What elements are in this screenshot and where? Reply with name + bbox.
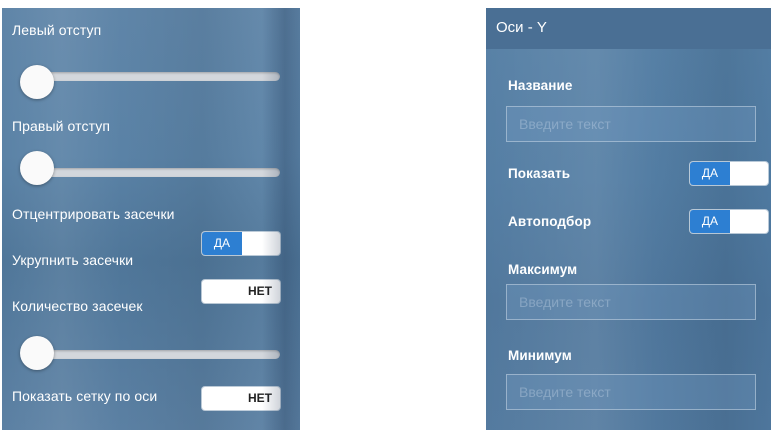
tick-count-label: Количество засечек [12, 298, 143, 314]
right-indent-label: Правый отступ [12, 118, 111, 134]
left-indent-label: Левый отступ [12, 22, 102, 38]
enlarge-ticks-toggle[interactable]: ДА [202, 232, 280, 255]
enlarge-ticks-label: Укрупнить засечки [12, 252, 134, 268]
maximum-input[interactable] [506, 284, 756, 320]
show-toggle[interactable]: ДА [690, 162, 768, 185]
right-indent-slider-track[interactable] [22, 168, 280, 177]
name-label: Название [508, 78, 573, 93]
y-axis-settings-panel: Оси - Y Название Показать ДА Автоподбор … [486, 8, 771, 430]
enlarge-ticks-toggle-state: ДА [202, 232, 242, 255]
left-indent-slider-handle[interactable] [20, 65, 54, 99]
center-ticks-label: Отцентрировать засечки [12, 206, 175, 222]
name-input[interactable] [506, 106, 756, 142]
tick-count-toggle[interactable]: НЕТ [202, 280, 280, 303]
panel-title: Оси - Y [496, 19, 547, 36]
show-axis-grid-toggle-state: НЕТ [248, 391, 272, 405]
maximum-label: Максимум [508, 262, 578, 277]
minimum-input[interactable] [506, 374, 756, 410]
tick-count-slider-track[interactable] [22, 350, 280, 359]
show-axis-grid-toggle[interactable]: НЕТ [202, 387, 280, 410]
auto-fit-toggle[interactable]: ДА [690, 210, 768, 233]
tick-count-slider-handle[interactable] [20, 336, 54, 370]
show-toggle-state: ДА [690, 162, 730, 185]
panel-header: Оси - Y [486, 8, 771, 49]
show-axis-grid-label: Показать сетку по оси [12, 388, 158, 404]
minimum-label: Минимум [508, 348, 572, 363]
auto-fit-label: Автоподбор [508, 214, 592, 229]
show-label: Показать [508, 166, 571, 181]
right-indent-slider-handle[interactable] [20, 151, 54, 185]
left-indent-slider-track[interactable] [22, 72, 280, 81]
tick-count-toggle-state: НЕТ [248, 284, 272, 298]
axis-settings-left-panel: Левый отступ Правый отступ Отцентрироват… [2, 8, 300, 430]
auto-fit-toggle-state: ДА [690, 210, 730, 233]
